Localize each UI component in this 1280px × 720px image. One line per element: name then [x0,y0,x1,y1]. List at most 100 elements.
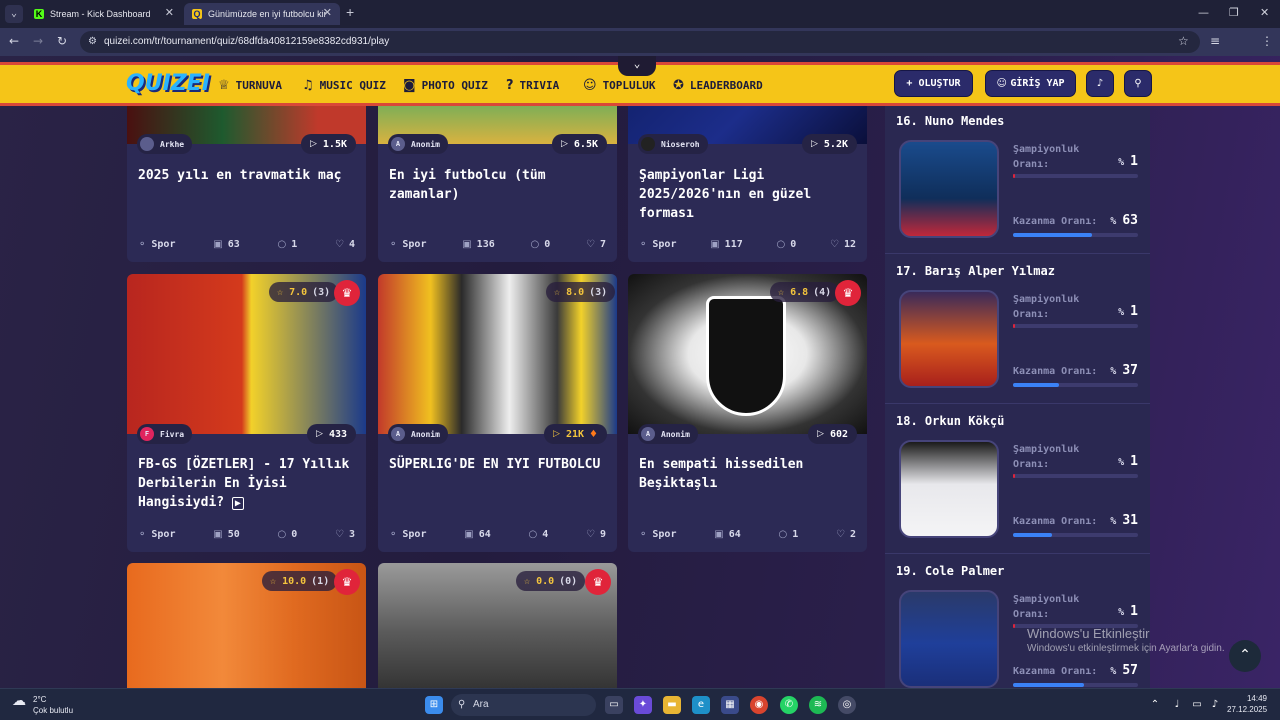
heart-icon[interactable]: ♡ [586,529,595,540]
champ-label: Şampiyonluk Oranı: [1013,594,1080,620]
play-icon: ▷ [309,139,317,149]
quiz-title[interactable]: Şampiyonlar Ligi 2025/2026'nın en güzel … [639,166,859,223]
leaderboard-row[interactable]: 19. Cole Palmer Şampiyonluk Oranı: % 1 K… [885,554,1150,688]
nav-music-quiz[interactable]: ♫ MUSIC QUIZ [302,78,386,93]
crown-icon[interactable]: ♛ [585,569,611,595]
taskbar-search[interactable]: ⚲ Ara [451,694,596,716]
comments-count: 4 [542,528,549,540]
store-icon[interactable]: ▦ [721,696,739,714]
nav-trivia[interactable]: ? TRIVIA [506,78,559,93]
quiz-card[interactable]: Nioseroh ▷ 5.2K Şampiyonlar Ligi 2025/202… [628,94,867,262]
quiz-meta: ⚬ Spor ▣ 64 ○ 1 ♡ 2 [639,527,856,541]
tab-kick-dashboard[interactable]: K Stream - Kick Dashboard ✕ [26,3,182,25]
heart-icon[interactable]: ♡ [335,239,344,250]
quiz-title[interactable]: En sempati hissedilen Beşiktaşlı [639,455,859,493]
close-tab-icon[interactable]: ✕ [323,6,332,19]
back-icon[interactable]: ← [9,34,19,48]
nav-topluluk[interactable]: ☺ TOPLULUK [583,78,656,93]
crown-icon[interactable]: ♛ [835,280,861,306]
nav-photo-quiz[interactable]: ◙ PHOTO QUIZ [403,78,488,93]
crown-icon[interactable]: ♛ [334,280,360,306]
tab-search-icon[interactable]: ⌄ [5,5,23,23]
heart-icon[interactable]: ♡ [335,529,344,540]
chrome-icon[interactable]: ◉ [750,696,768,714]
chevron-down-icon[interactable]: ⌄ [618,56,656,76]
address-field[interactable]: ⚙ quizei.com/tr/tournament/quiz/68dfda40… [80,31,1200,53]
quiz-card[interactable]: ☆ 6.8 (4) ♛ A Anonim ▷ 602 En sempati hisse… [628,274,867,552]
heart-icon[interactable]: ♡ [830,239,839,250]
close-tab-icon[interactable]: ✕ [165,6,174,19]
champ-value: % 1 [1118,154,1138,169]
author-chip[interactable]: Nioseroh [638,134,708,154]
quiz-card[interactable]: A Anonim ▷ 6.5K En iyi futbolcu (tüm zaman… [378,94,617,262]
file-explorer-icon[interactable]: ▬ [663,696,681,714]
quiz-card[interactable]: ☆ 8.0 (3) A Anonim ▷ 21K ♦ SÜPERLIG'DE EN IY… [378,274,617,552]
forward-icon[interactable]: → [33,34,43,48]
category-icon: ⚬ [138,528,147,540]
quiz-title[interactable]: SÜPERLIG'DE EN IYI FUTBOLCU [389,455,609,474]
task-view-icon[interactable]: ▭ [605,696,623,714]
browser-tab-bar: ⌄ K Stream - Kick Dashboard ✕ Q Günümüzd… [0,0,1280,28]
quiz-card[interactable]: ☆ 10.0 (1) ♛ [127,563,366,688]
win-number: 37 [1122,363,1138,378]
quiz-card[interactable]: ☆ 0.0 (0) ♛ [378,563,617,688]
start-icon[interactable]: ⊞ [425,696,443,714]
author-chip[interactable]: Arkhe [137,134,193,154]
quiz-title[interactable]: En iyi futbolcu (tüm zamanlar) [389,166,609,204]
category: Spor [151,238,176,250]
category-icon: ⚬ [639,238,648,250]
crown-icon[interactable]: ♛ [334,569,360,595]
leaderboard-row[interactable]: 16. Nuno Mendes Şampiyonluk Oranı: % 1 K… [885,104,1150,254]
nav-turnuva[interactable]: ♕ TURNUVA [218,78,282,93]
spotify-icon[interactable]: ≋ [809,696,827,714]
author-chip[interactable]: F Fivra [137,424,193,444]
author-chip[interactable]: A Anonim [638,424,698,444]
new-tab-button[interactable]: + [346,4,354,20]
copilot-icon[interactable]: ✦ [634,696,652,714]
network-icon[interactable]: ▭ [1188,696,1206,714]
browser-menu-icon[interactable]: ⋮ [1261,34,1273,48]
rating-value: 10.0 [282,575,307,587]
minimize-icon[interactable]: — [1198,6,1209,19]
leaderboard-row[interactable]: 18. Orkun Kökçü Şampiyonluk Oranı: % 1 K… [885,404,1150,554]
microphone-icon[interactable]: ♩ [1168,696,1186,714]
comments-count: 1 [792,528,799,540]
weather-widget[interactable]: ☁ 2°C Çok bulutlu [12,694,73,716]
create-button[interactable]: + OLUŞTUR [894,70,973,97]
scroll-to-top-button[interactable]: ⌃ [1229,640,1261,672]
author-chip[interactable]: A Anonim [388,134,448,154]
tab-quizei[interactable]: Q Günümüzde en iyi futbolcu kim ✕ [184,3,340,25]
quiz-card[interactable]: Arkhe ▷ 1.5K 2025 yılı en travmatik maç ⚬… [127,94,366,262]
site-info-icon[interactable]: ⚙ [88,31,97,53]
champ-bar [1013,474,1138,478]
search-icon[interactable]: ⚲ [1124,70,1152,97]
app-icon[interactable]: ◎ [838,696,856,714]
login-button[interactable]: ☺ GİRİŞ YAP [985,70,1076,97]
quiz-card[interactable]: ☆ 7.0 (3) ♛ F Fivra ▷ 433 FB-GS [ÖZETLER] -… [127,274,366,552]
whatsapp-icon[interactable]: ✆ [780,696,798,714]
chevron-up-icon[interactable]: ⌃ [1146,696,1164,714]
edge-icon[interactable]: e [692,696,710,714]
quiz-title[interactable]: FB-GS [ÖZETLER] - 17 Yıllık Derbilerin E… [138,455,358,513]
champ-number: 1 [1130,454,1138,469]
leaderboard-row[interactable]: 17. Barış Alper Yılmaz Şampiyonluk Oranı… [885,254,1150,404]
browser-toolbar: ← → ↻ ⚙ quizei.com/tr/tournament/quiz/68… [0,28,1280,77]
play-icon: ▷ [560,139,568,149]
nav-leaderboard[interactable]: ✪ LEADERBOARD [673,78,763,93]
heart-icon[interactable]: ♡ [586,239,595,250]
clock[interactable]: 14:49 27.12.2025 [1227,693,1267,715]
nav-label: LEADERBOARD [689,79,763,92]
restore-icon[interactable]: ❐ [1229,6,1239,19]
category: Spor [402,528,427,540]
category: Spor [402,238,427,250]
heart-icon[interactable]: ♡ [836,529,845,540]
reload-icon[interactable]: ↻ [57,34,67,48]
author-chip[interactable]: A Anonim [388,424,448,444]
bookmark-star-icon[interactable]: ☆ [1178,34,1189,48]
bell-icon[interactable]: ♪ [1086,70,1114,97]
quiz-title[interactable]: 2025 yılı en travmatik maç [138,166,358,185]
media-control-icon[interactable]: ≡ [1210,34,1220,48]
close-window-icon[interactable]: ✕ [1260,6,1269,19]
site-logo[interactable]: QUIZEI [126,71,210,96]
volume-icon[interactable]: ♪ [1206,696,1224,714]
